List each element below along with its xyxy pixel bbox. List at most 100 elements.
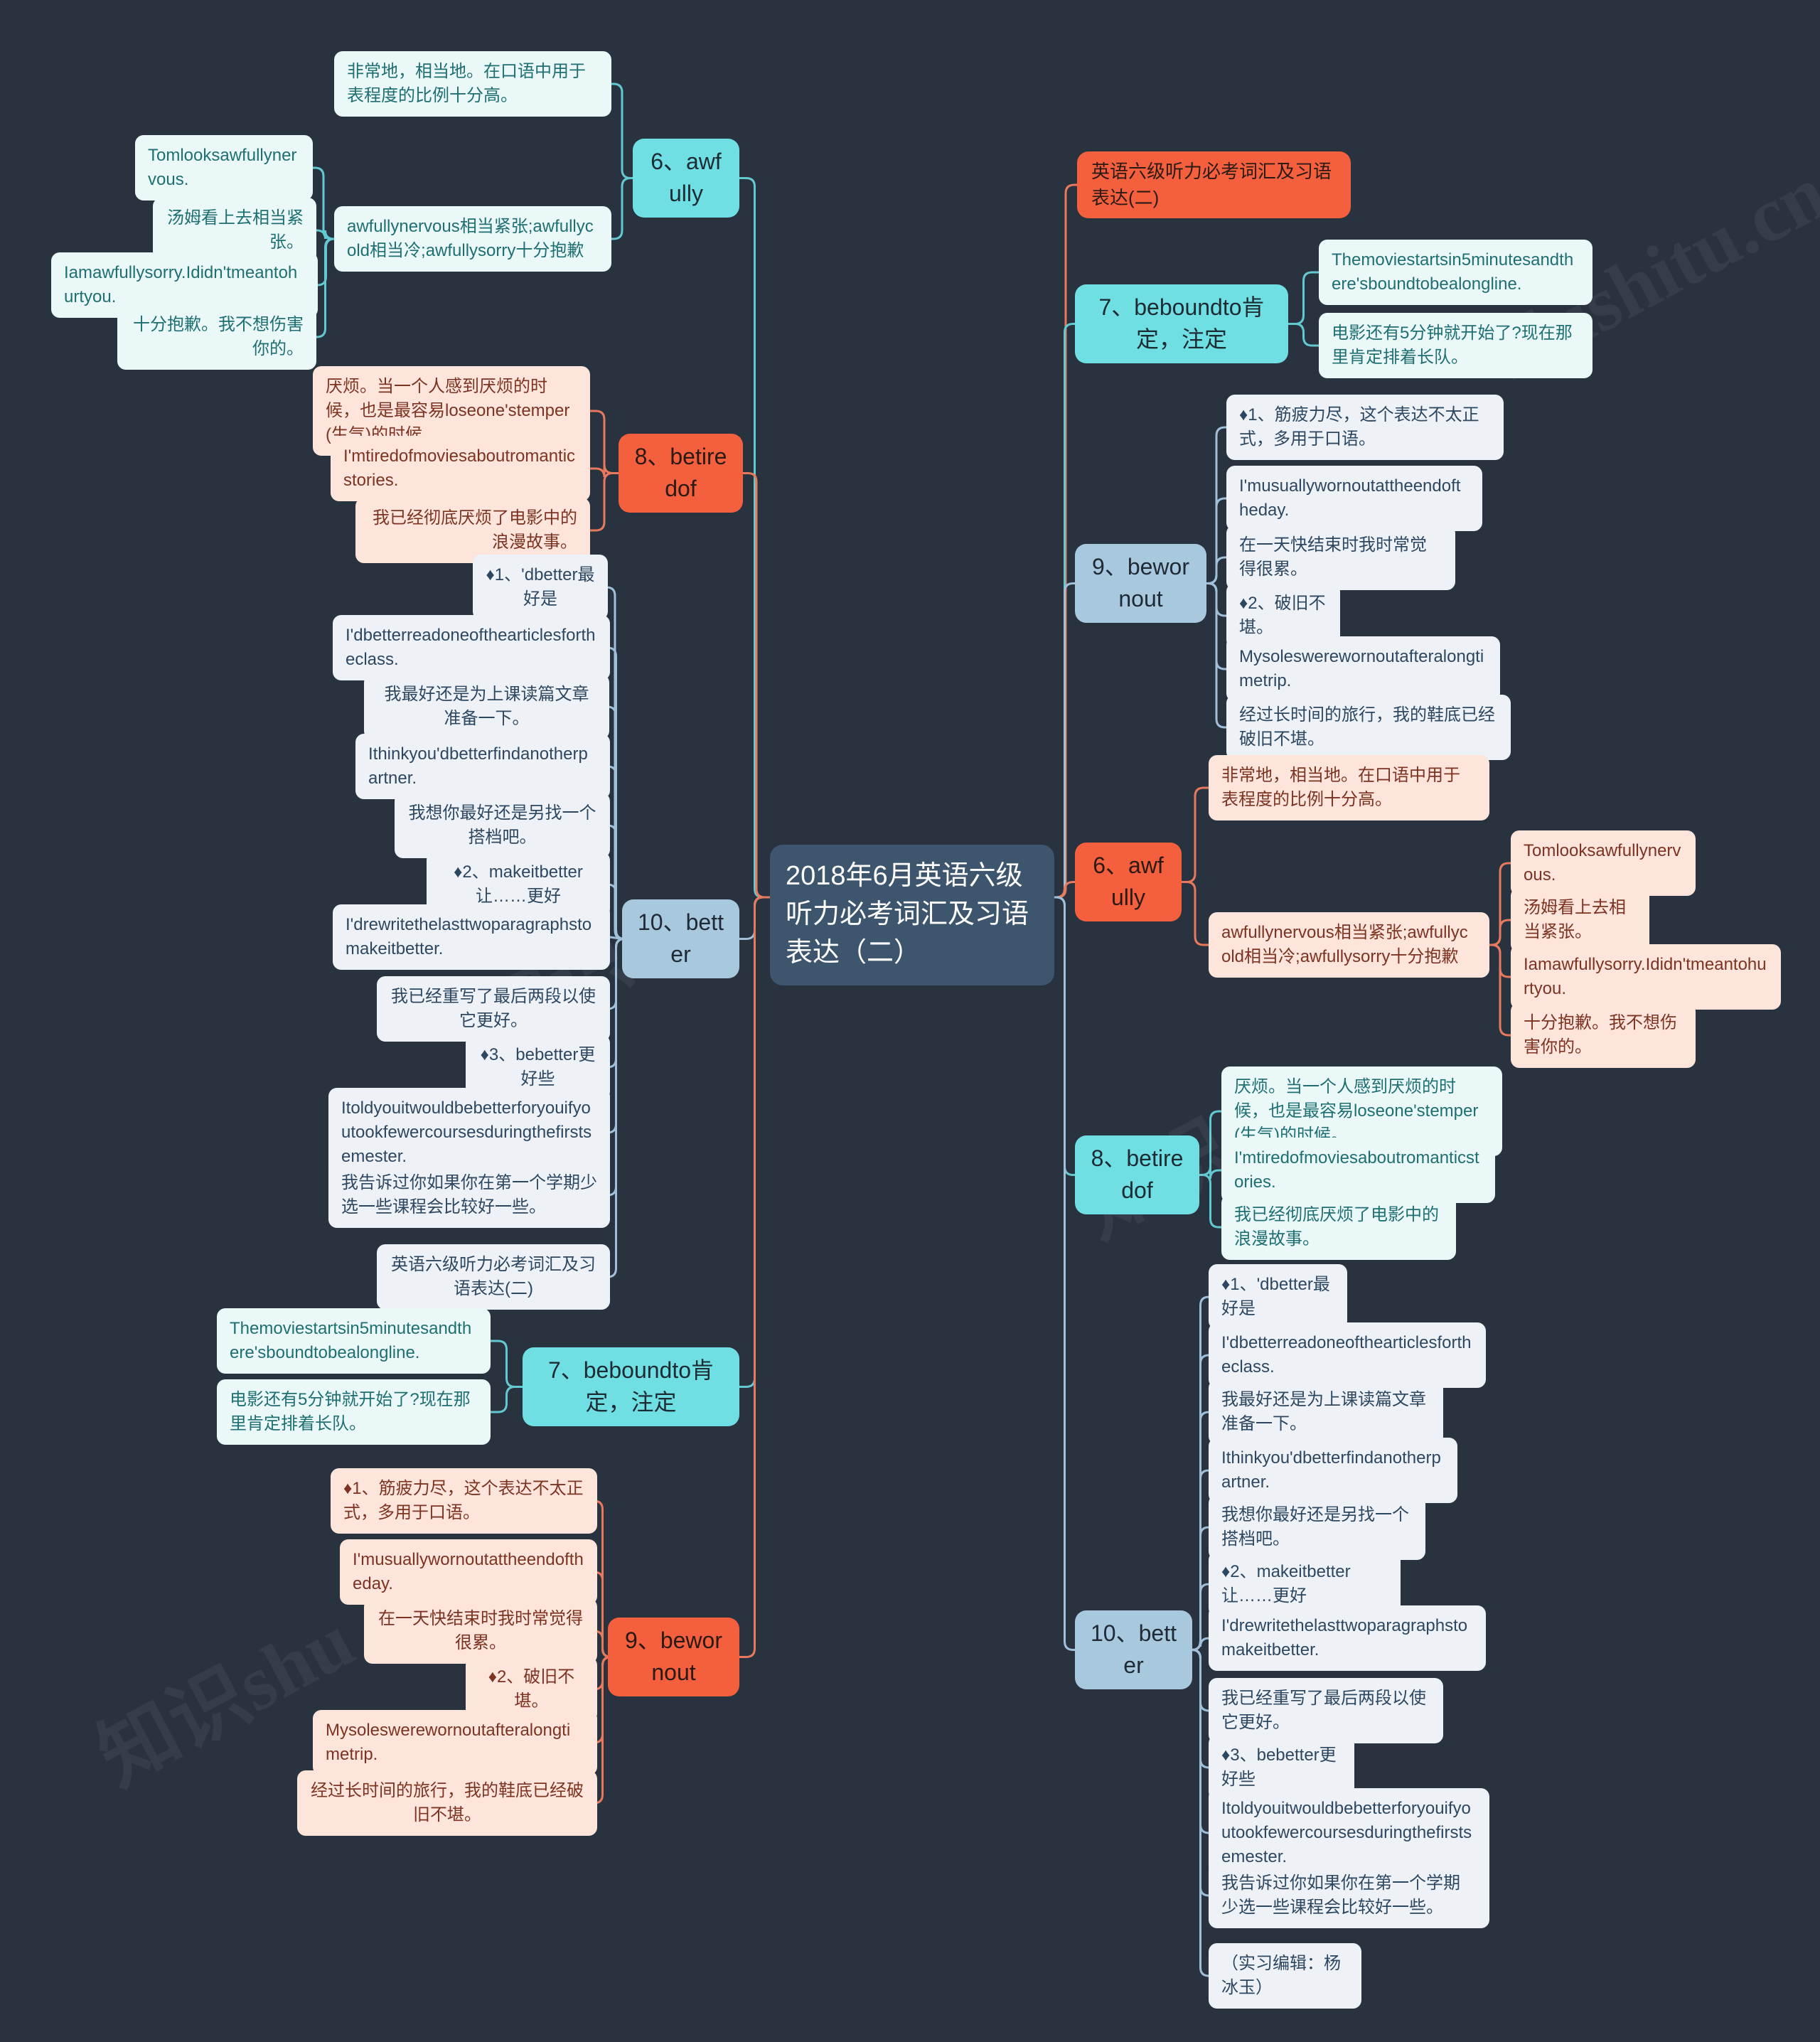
- branch-node-l-bewornout[interactable]: 9、bewornout: [608, 1618, 739, 1696]
- leaf-node[interactable]: I'musuallywornoutattheendoftheday.: [1226, 466, 1482, 532]
- root-node[interactable]: 2018年6月英语六级听力必考词汇及习语表达（二）: [770, 845, 1054, 985]
- connector: [1192, 1649, 1209, 1897]
- leaf-node[interactable]: Ithinkyou'dbetterfindanotherpartner.: [355, 734, 610, 800]
- leaf-node[interactable]: 汤姆看上去相当紧张。: [1511, 887, 1649, 953]
- connector: [739, 896, 770, 940]
- leaf-node[interactable]: I'mtiredofmoviesaboutromanticstories.: [331, 436, 590, 502]
- leaf-node[interactable]: ♦1、'dbetter最好是: [1209, 1264, 1347, 1330]
- mindmap-canvas: 知识shu zhishitu.cn 知识shu 知识tu 2018年6月英语六级…: [0, 0, 1820, 2042]
- leaf-node[interactable]: ♦1、筋疲力尽，这个表达不太正式，多用于口语。: [331, 1468, 597, 1534]
- leaf-node[interactable]: I'drewritethelasttwoparagraphstomakeitbe…: [1209, 1605, 1486, 1672]
- leaf-node[interactable]: 在一天快结束时我时常觉得很累。: [364, 1598, 597, 1664]
- leaf-node[interactable]: 我最好还是为上课读篇文章准备一下。: [364, 674, 609, 740]
- connector: [1192, 1649, 1209, 1977]
- connector: [1489, 944, 1511, 978]
- connector: [1192, 1295, 1209, 1651]
- leaf-node[interactable]: 我最好还是为上课读篇文章准备一下。: [1209, 1379, 1443, 1445]
- connector: [491, 1386, 523, 1413]
- branch-node-l-better[interactable]: 10、better: [622, 899, 739, 978]
- leaf-node[interactable]: 我已经重写了最后两段以使它更好。: [377, 976, 610, 1042]
- branch-node-r-awfully[interactable]: 6、awfully: [1075, 843, 1182, 921]
- leaf-node[interactable]: Iamawfullysorry.Ididn'tmeantohurtyou.: [1511, 944, 1781, 1010]
- branch-node-l-beboundto[interactable]: 7、beboundto肯定，注定: [523, 1347, 739, 1426]
- connector: [1192, 1637, 1209, 1651]
- connector: [1182, 881, 1209, 946]
- leaf-node[interactable]: 我已经彻底厌烦了电影中的浪漫故事。: [355, 498, 590, 564]
- leaf-node[interactable]: I'dbetterreadoneofthearticlesfortheclass…: [333, 615, 610, 681]
- leaf-node[interactable]: awfullynervous相当紧张;awfullycold相当冷;awfull…: [1209, 912, 1489, 978]
- connector: [1206, 582, 1226, 670]
- branch-node-l-awfully[interactable]: 6、awfully: [633, 139, 739, 218]
- connector: [1192, 1583, 1209, 1651]
- leaf-node[interactable]: 我已经重写了最后两段以使它更好。: [1209, 1678, 1443, 1744]
- leaf-node[interactable]: 我想你最好还是另找一个搭档吧。: [395, 793, 610, 859]
- branch-node-r-better[interactable]: 10、better: [1075, 1610, 1192, 1689]
- leaf-node[interactable]: （实习编辑：杨冰玉）: [1209, 1943, 1361, 2009]
- leaf-node[interactable]: Ithinkyou'dbetterfindanotherpartner.: [1209, 1438, 1457, 1504]
- leaf-node[interactable]: ♦1、'dbetter最好是: [473, 555, 608, 621]
- leaf-node[interactable]: I'drewritethelasttwoparagraphstomakeitbe…: [333, 904, 610, 971]
- connector: [317, 237, 335, 287]
- connector: [1192, 1411, 1209, 1651]
- connector: [1054, 323, 1075, 899]
- leaf-node[interactable]: Mysoleswerewornoutafteralongtimetrip.: [313, 1710, 597, 1776]
- leaf-node[interactable]: I'dbetterreadoneofthearticlesfortheclass…: [1209, 1322, 1486, 1389]
- connector: [1192, 1354, 1209, 1651]
- connector: [611, 82, 633, 179]
- connector: [739, 896, 770, 1658]
- leaf-node[interactable]: ♦1、筋疲力尽，这个表达不太正式，多用于口语。: [1226, 395, 1504, 461]
- connector: [739, 177, 770, 899]
- branch-node-r-beboundto[interactable]: 7、beboundto肯定，注定: [1075, 284, 1288, 363]
- connector: [316, 229, 334, 240]
- connector: [590, 464, 619, 478]
- leaf-node[interactable]: 非常地，相当地。在口语中用于表程度的比例十分高。: [334, 51, 611, 117]
- connector: [1182, 786, 1209, 883]
- leaf-node[interactable]: 经过长时间的旅行，我的鞋底已经破旧不堪。: [1226, 695, 1511, 761]
- leaf-node[interactable]: 十分抱歉。我不想伤害你的。: [117, 304, 316, 370]
- leaf-node[interactable]: I'mtiredofmoviesaboutromanticstories.: [1221, 1138, 1495, 1204]
- leaf-node[interactable]: I'musuallywornoutattheendoftheday.: [340, 1539, 597, 1605]
- connector: [1192, 1526, 1209, 1651]
- leaf-node[interactable]: 十分抱歉。我不想伤害你的。: [1511, 1003, 1696, 1069]
- leaf-node[interactable]: 电影还有5分钟就开始了?现在那里肯定排着长队。: [217, 1379, 491, 1445]
- leaf-node[interactable]: 电影还有5分钟就开始了?现在那里肯定排着长队。: [1319, 313, 1592, 379]
- connector: [1054, 881, 1075, 899]
- connector: [590, 472, 619, 532]
- connector: [1054, 896, 1075, 1176]
- leaf-node[interactable]: 非常地，相当地。在口语中用于表程度的比例十分高。: [1209, 755, 1489, 821]
- connector: [739, 896, 770, 1388]
- connector: [1192, 1649, 1209, 1834]
- leaf-node[interactable]: 我告诉过你如果你在第一个学期少选一些课程会比较好一些。: [1209, 1863, 1489, 1929]
- leaf-node[interactable]: 英语六级听力必考词汇及习语表达(二): [377, 1244, 610, 1310]
- connector: [316, 237, 334, 338]
- leaf-node[interactable]: Tomlooksawfullynervous.: [1511, 830, 1696, 897]
- leaf-node[interactable]: Themoviestartsin5minutesandthere'sboundt…: [217, 1308, 491, 1374]
- connector: [1489, 919, 1511, 946]
- connector: [611, 177, 633, 240]
- connector: [1288, 271, 1319, 325]
- connector: [1054, 582, 1075, 899]
- connector: [1206, 582, 1226, 617]
- leaf-node[interactable]: 我想你最好还是另找一个搭档吧。: [1209, 1495, 1425, 1561]
- connector: [1054, 896, 1075, 1651]
- leaf-node[interactable]: awfullynervous相当紧张;awfullycold相当冷;awfull…: [334, 206, 611, 272]
- connector: [590, 410, 619, 474]
- branch-node-l-betiredof[interactable]: 8、betiredof: [619, 434, 743, 513]
- connector: [1192, 1469, 1209, 1651]
- connector: [1206, 426, 1226, 584]
- leaf-node[interactable]: 我已经彻底厌烦了电影中的浪漫故事。: [1221, 1194, 1456, 1261]
- connector: [1054, 183, 1077, 899]
- connector: [743, 472, 770, 899]
- branch-node-r-bewornout[interactable]: 9、bewornout: [1075, 544, 1206, 623]
- branch-node-r-betiredof[interactable]: 8、betiredof: [1075, 1135, 1199, 1214]
- branch-node-r-title[interactable]: 英语六级听力必考词汇及习语表达(二): [1077, 151, 1351, 218]
- leaf-node[interactable]: Themoviestartsin5minutesandthere'sboundt…: [1319, 240, 1592, 306]
- connector: [1192, 1649, 1209, 1712]
- leaf-node[interactable]: 经过长时间的旅行，我的鞋底已经破旧不堪。: [297, 1770, 597, 1837]
- leaf-node[interactable]: Mysoleswerewornoutafteralongtimetrip.: [1226, 636, 1500, 702]
- leaf-node[interactable]: 我告诉过你如果你在第一个学期少选一些课程会比较好一些。: [328, 1162, 610, 1229]
- connector: [1206, 556, 1226, 584]
- leaf-node[interactable]: 在一天快结束时我时常觉得很累。: [1226, 525, 1455, 591]
- connector: [1192, 1649, 1209, 1769]
- leaf-node[interactable]: Tomlooksawfullynervous.: [135, 135, 313, 201]
